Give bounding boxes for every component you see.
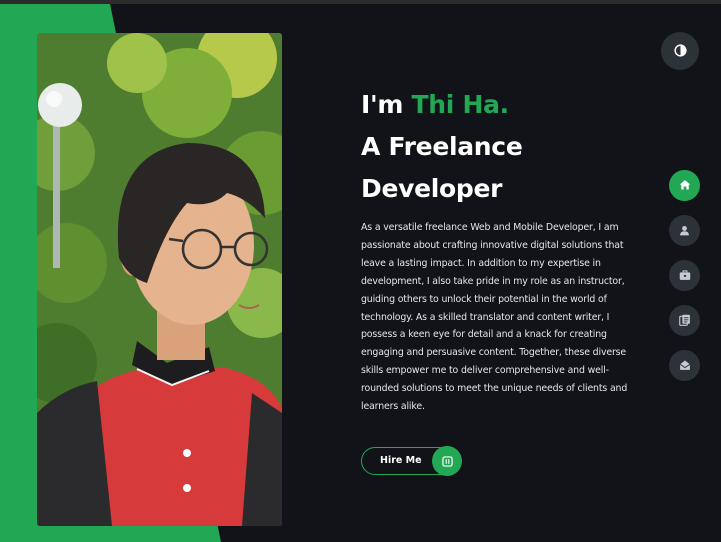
hire-me-button[interactable]: Hire Me <box>361 446 462 476</box>
hero-headline: I'm Thi Ha. A Freelance Developer <box>361 84 651 210</box>
hero-name: Thi Ha. <box>411 90 510 119</box>
envelope-open-icon <box>679 356 691 375</box>
hero-bio: As a versatile freelance Web and Mobile … <box>361 222 628 413</box>
hero-role-line1: A Freelance <box>361 132 523 161</box>
nav-about-button[interactable] <box>669 215 700 246</box>
theme-toggle-button[interactable] <box>661 32 699 70</box>
briefcase-icon <box>679 266 691 285</box>
nav-portfolio-button[interactable] <box>669 260 700 291</box>
window-top-border <box>0 0 721 4</box>
nav-contact-button[interactable] <box>669 350 700 381</box>
greeting-prefix: I'm <box>361 90 412 119</box>
user-icon <box>679 221 690 240</box>
side-navigation <box>669 170 700 395</box>
profile-photo <box>37 33 282 526</box>
hero-role-line2: Developer <box>361 174 503 203</box>
half-circle-icon <box>673 42 687 61</box>
home-icon <box>679 176 691 195</box>
portfolio-page: I'm Thi Ha. A Freelance Developer As a ver… <box>0 0 721 542</box>
pause-icon <box>432 446 462 476</box>
documents-icon <box>678 311 691 330</box>
hire-me-label: Hire Me <box>380 455 422 466</box>
nav-home-button[interactable] <box>669 170 700 201</box>
nav-blog-button[interactable] <box>669 305 700 336</box>
